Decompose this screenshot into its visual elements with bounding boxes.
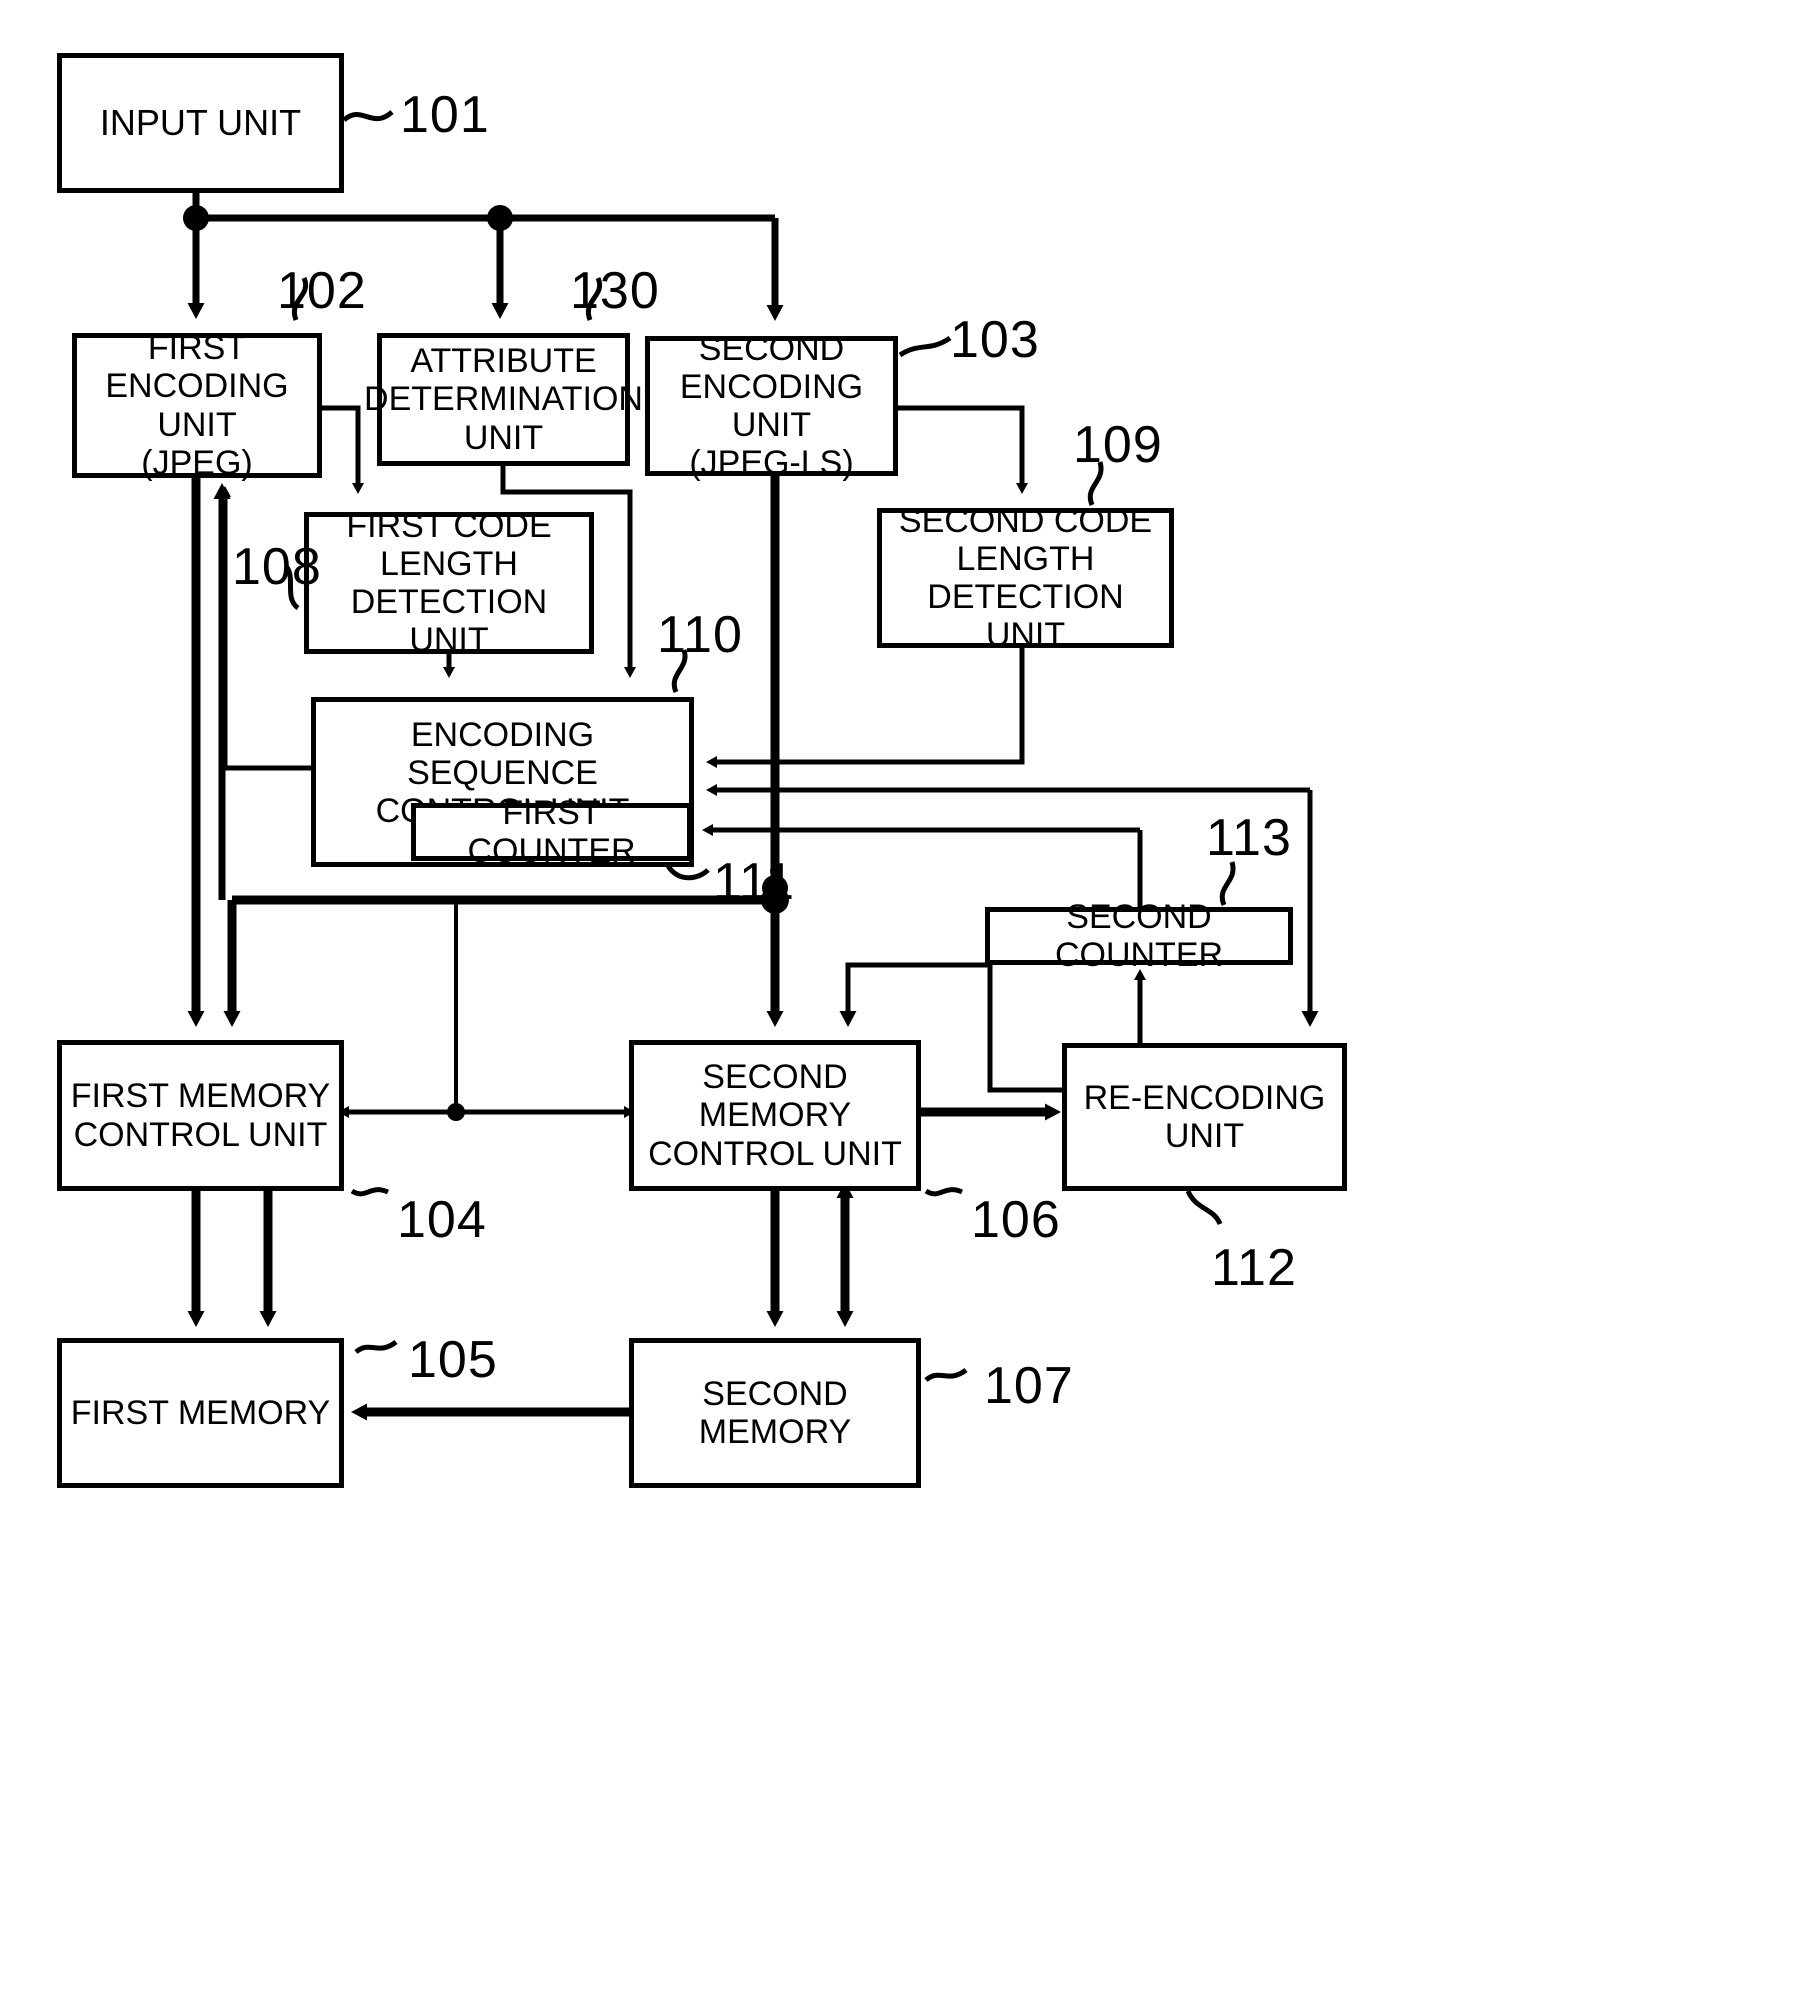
- leader-lines: [283, 110, 1236, 1383]
- diagram-canvas: INPUT UNIT FIRST ENCODING UNIT (JPEG) ATTR…: [0, 0, 1813, 1989]
